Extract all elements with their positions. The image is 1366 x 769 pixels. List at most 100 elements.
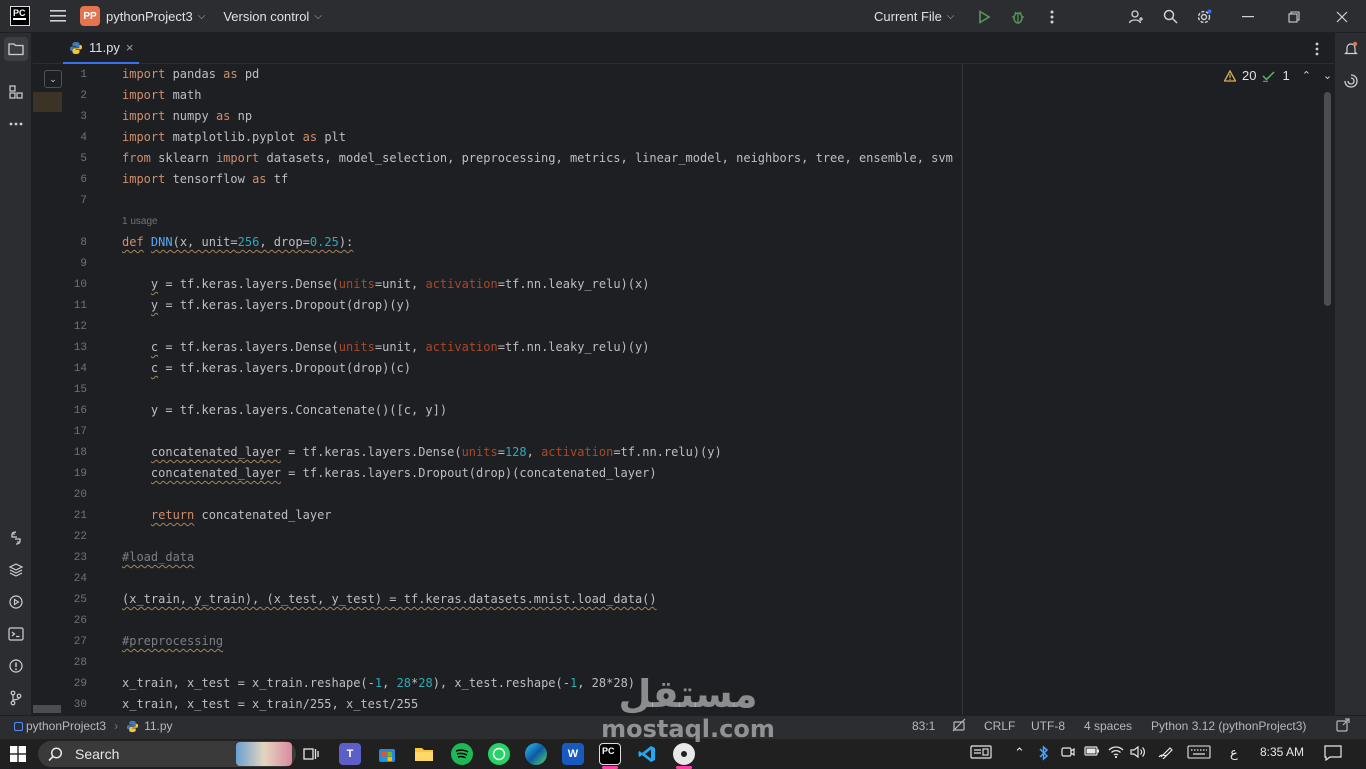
battery-icon[interactable] (1084, 745, 1100, 760)
breadcrumb-file[interactable]: 11.py (144, 719, 172, 733)
search-icon[interactable] (1154, 0, 1186, 33)
run-icon[interactable] (968, 0, 1000, 33)
wifi-icon[interactable] (1108, 745, 1124, 762)
code-line[interactable]: import matplotlib.pyplot as plt (122, 130, 346, 145)
teams-icon[interactable]: T (339, 743, 361, 765)
title-bar: PC PP pythonProject3 ⌵ Version control ⌵… (0, 0, 1366, 33)
code-token: as (302, 130, 318, 144)
chevron-up-icon[interactable]: ⌃ (1302, 69, 1311, 82)
code-line[interactable]: import pandas as pd (122, 67, 259, 82)
volume-icon[interactable] (1130, 745, 1148, 762)
tab-close-icon[interactable]: × (126, 40, 134, 55)
code-line[interactable]: from sklearn import datasets, model_sele… (122, 151, 953, 166)
code-token: #preprocessing (122, 634, 224, 648)
code-line[interactable]: import tensorflow as tf (122, 172, 288, 187)
horizontal-scrollbar[interactable] (33, 705, 61, 713)
code-line[interactable]: concatenated_layer = tf.keras.layers.Den… (122, 445, 722, 460)
code-line[interactable]: #load_data (122, 550, 194, 565)
settings-gear-icon[interactable] (1188, 0, 1220, 33)
code-token: ): (338, 235, 354, 249)
debug-icon[interactable] (1002, 0, 1034, 33)
terminal-icon[interactable] (4, 622, 28, 646)
code-token: , (526, 445, 542, 459)
project-selector[interactable]: PP pythonProject3 ⌵ (80, 0, 205, 33)
camera-icon[interactable] (1061, 745, 1075, 762)
code-token: tf (266, 172, 289, 186)
python-interpreter[interactable]: Python 3.12 (pythonProject3) (1151, 719, 1306, 733)
code-line[interactable]: y = tf.keras.layers.Concatenate()([c, y]… (122, 403, 447, 418)
tab-options-icon[interactable] (1305, 33, 1329, 64)
file-lock-icon[interactable] (1336, 718, 1350, 735)
taskbar-search-box[interactable]: Search (38, 741, 296, 767)
tab-11-py[interactable]: 11.py × (63, 33, 140, 64)
news-widget-icon[interactable] (970, 744, 992, 763)
line-separator[interactable]: CRLF (984, 719, 1015, 733)
structure-icon[interactable] (4, 80, 28, 104)
code-line[interactable]: c = tf.keras.layers.Dropout(drop)(c) (122, 361, 411, 376)
run-config-selector[interactable]: Current File ⌵ (874, 0, 955, 33)
layers-icon[interactable] (4, 558, 28, 582)
restore-icon[interactable] (1278, 0, 1310, 33)
minimize-icon[interactable] (1232, 0, 1264, 33)
python-packages-icon[interactable] (4, 526, 28, 550)
git-branch-icon[interactable] (4, 686, 28, 710)
problems-icon[interactable] (4, 654, 28, 678)
word-icon[interactable]: W (562, 743, 584, 765)
bluetooth-icon[interactable] (1038, 745, 1050, 764)
usage-hint[interactable]: 1 usage (122, 216, 158, 227)
code-line[interactable]: import math (122, 88, 201, 103)
services-icon[interactable] (4, 590, 28, 614)
edge-browser-icon[interactable] (525, 743, 547, 765)
whatsapp-icon[interactable] (488, 743, 510, 765)
version-control-menu[interactable]: Version control ⌵ (223, 0, 322, 33)
code-line[interactable]: import numpy as np (122, 109, 252, 124)
code-line[interactable]: y = tf.keras.layers.Dropout(drop)(y) (122, 298, 411, 313)
code-line[interactable]: #preprocessing (122, 634, 223, 649)
spotify-icon[interactable] (451, 743, 473, 765)
code-line[interactable]: return concatenated_layer (122, 508, 332, 523)
more-tools-icon[interactable] (4, 112, 28, 136)
inspection-widget[interactable]: 20 1 ⌃ ⌄ (1224, 68, 1332, 83)
code-line[interactable]: def DNN(x, unit=256, drop=0.25): (122, 235, 353, 250)
ai-assistant-icon[interactable] (1339, 69, 1363, 93)
code-line[interactable]: concatenated_layer = tf.keras.layers.Dro… (122, 466, 657, 481)
vscode-icon[interactable] (636, 743, 658, 765)
input-language[interactable]: ع (1230, 745, 1238, 761)
line-number: 30 (73, 699, 87, 711)
line-number: 16 (73, 405, 87, 417)
line-number: 25 (73, 594, 87, 606)
pen-icon[interactable] (1158, 745, 1176, 762)
code-line[interactable]: c = tf.keras.layers.Dense(units=unit, ac… (122, 340, 650, 355)
add-user-icon[interactable] (1120, 0, 1152, 33)
breadcrumb-project[interactable]: pythonProject3 (26, 719, 106, 733)
clock-time[interactable]: 8:35 AM (1260, 745, 1304, 759)
keyboard-icon[interactable] (1187, 745, 1211, 762)
close-icon[interactable] (1326, 0, 1358, 33)
chevron-down-icon[interactable]: ⌄ (1323, 69, 1332, 82)
code-line[interactable]: x_train, x_test = x_train.reshape(-1, 28… (122, 676, 635, 691)
file-encoding[interactable]: UTF-8 (1031, 719, 1065, 733)
line-number: 20 (73, 489, 87, 501)
caret-position[interactable]: 83:1 (912, 719, 935, 733)
readonly-toggle-icon[interactable] (952, 718, 966, 735)
main-menu-icon[interactable] (42, 0, 74, 33)
project-folder-icon[interactable] (4, 37, 28, 61)
code-editor[interactable]: import pandas as pd import math import n… (93, 64, 1333, 715)
notification-center-icon[interactable] (1324, 745, 1342, 764)
microsoft-store-icon[interactable] (376, 743, 398, 765)
code-line[interactable]: y = tf.keras.layers.Dense(units=unit, ac… (122, 277, 650, 292)
more-options-icon[interactable] (1036, 0, 1068, 33)
indent-setting[interactable]: 4 spaces (1084, 719, 1132, 733)
fold-chevron-down-icon[interactable]: ⌄ (44, 70, 62, 88)
code-line[interactable]: (x_train, y_train), (x_test, y_test) = t… (122, 592, 657, 607)
pycharm-logo-icon[interactable]: PC (10, 6, 30, 26)
code-line[interactable]: x_train, x_test = x_train/255, x_test/25… (122, 697, 418, 712)
windows-start-icon[interactable] (10, 746, 26, 767)
file-explorer-icon[interactable] (413, 743, 435, 765)
task-view-icon[interactable] (300, 743, 322, 765)
notifications-bell-icon[interactable] (1339, 37, 1363, 61)
chrome-like-app-icon[interactable] (673, 743, 695, 765)
tray-chevron-up-icon[interactable]: ⌃ (1014, 745, 1025, 761)
pycharm-taskbar-icon[interactable]: PC (599, 743, 621, 765)
vertical-scrollbar[interactable] (1324, 92, 1331, 306)
